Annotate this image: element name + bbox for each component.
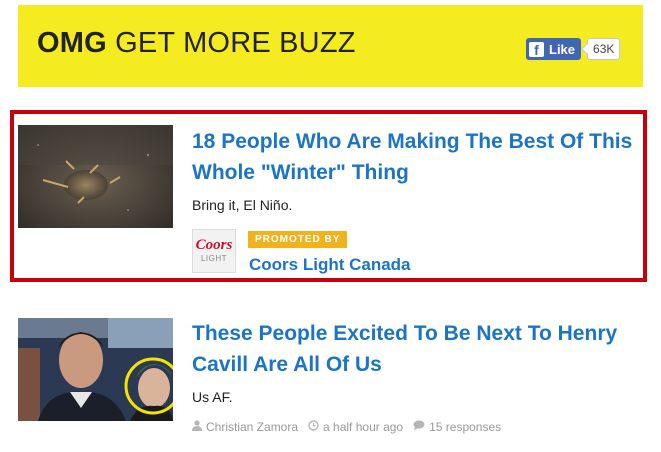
promo-description: Bring it, El Niño. (192, 197, 293, 213)
author-link[interactable]: Christian Zamora (206, 420, 298, 434)
snow-ground-image (18, 125, 173, 228)
facebook-like-button[interactable]: f Like (526, 38, 582, 60)
sponsor-logo-text-bottom: LIGHT (200, 254, 228, 263)
article-description: Us AF. (192, 389, 233, 405)
promo-thumbnail[interactable] (18, 125, 173, 228)
article-thumbnail[interactable] (18, 318, 173, 421)
header-banner: OMG GET MORE BUZZ f Like 63K (18, 5, 643, 87)
sponsor-logo-text-top: Coors (195, 237, 233, 253)
article-meta: Christian Zamora a half hour ago 15 resp… (192, 420, 501, 434)
article-headline[interactable]: These People Excited To Be Next To Henry… (192, 318, 642, 380)
user-icon (192, 420, 202, 434)
sponsor-link[interactable]: Coors Light Canada (249, 255, 411, 275)
responses-link[interactable]: 15 responses (429, 420, 501, 434)
page-title: OMG GET MORE BUZZ (37, 27, 356, 60)
timestamp: a half hour ago (323, 420, 404, 434)
like-count: 63K (587, 38, 621, 60)
facebook-like-widget: f Like 63K (526, 38, 621, 60)
people-photo-image (18, 318, 173, 421)
page-title-bold: OMG (37, 27, 107, 59)
clock-icon (308, 420, 319, 434)
promoted-badge: PROMOTED BY (248, 231, 348, 248)
page-title-rest: GET MORE BUZZ (106, 27, 356, 59)
facebook-icon: f (529, 41, 544, 58)
comment-icon (413, 420, 425, 434)
sponsor-logo[interactable]: Coors LIGHT (192, 229, 236, 273)
like-label: Like (549, 41, 576, 57)
promo-headline[interactable]: 18 People Who Are Making The Best Of Thi… (192, 126, 642, 188)
